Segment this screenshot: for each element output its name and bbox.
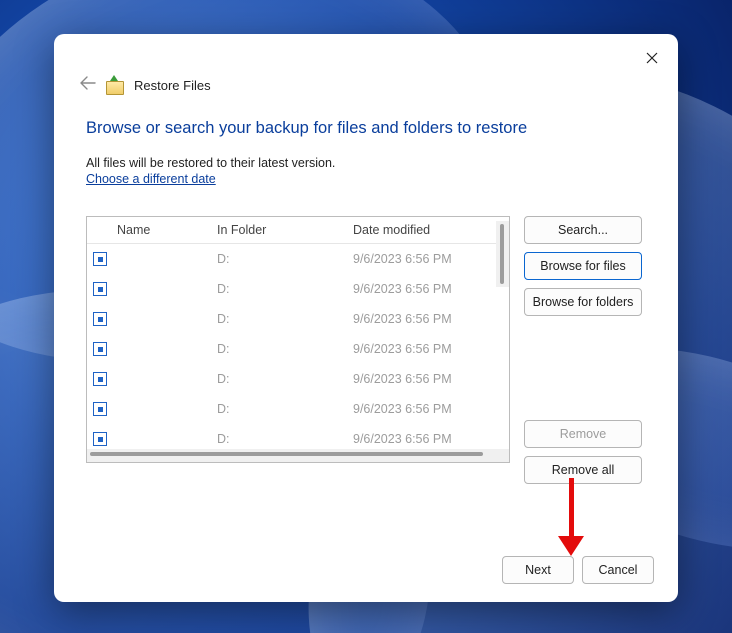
browse-folders-button[interactable]: Browse for folders: [524, 288, 642, 316]
row-folder: D:: [217, 342, 353, 356]
row-date: 9/6/2023 6:56 PM: [353, 402, 509, 416]
restore-files-dialog: Restore Files Browse or search your back…: [54, 34, 678, 602]
table-row[interactable]: D:9/6/2023 6:56 PM: [87, 244, 509, 274]
row-folder: D:: [217, 432, 353, 446]
horizontal-scrollbar[interactable]: [87, 449, 509, 462]
col-date-header[interactable]: Date modified: [353, 223, 509, 237]
cancel-button[interactable]: Cancel: [582, 556, 654, 584]
table-header: Name In Folder Date modified: [87, 217, 509, 244]
restore-app-icon: [106, 77, 124, 95]
table-row[interactable]: D:9/6/2023 6:56 PM: [87, 364, 509, 394]
remove-all-button[interactable]: Remove all: [524, 456, 642, 484]
row-date: 9/6/2023 6:56 PM: [353, 252, 509, 266]
version-subtext: All files will be restored to their late…: [86, 156, 646, 170]
file-list-table[interactable]: Name In Folder Date modified D:9/6/2023 …: [86, 216, 510, 463]
row-date: 9/6/2023 6:56 PM: [353, 282, 509, 296]
file-icon: [87, 372, 113, 386]
remove-button[interactable]: Remove: [524, 420, 642, 448]
next-button[interactable]: Next: [502, 556, 574, 584]
row-folder: D:: [217, 402, 353, 416]
row-date: 9/6/2023 6:56 PM: [353, 342, 509, 356]
row-date: 9/6/2023 6:56 PM: [353, 312, 509, 326]
row-folder: D:: [217, 312, 353, 326]
vertical-scrollbar[interactable]: [496, 221, 509, 287]
col-name-header[interactable]: Name: [113, 223, 217, 237]
file-icon: [87, 432, 113, 446]
row-date: 9/6/2023 6:56 PM: [353, 372, 509, 386]
back-arrow-icon[interactable]: [80, 76, 96, 95]
col-folder-header[interactable]: In Folder: [217, 223, 353, 237]
file-icon: [87, 312, 113, 326]
table-row[interactable]: D:9/6/2023 6:56 PM: [87, 304, 509, 334]
row-folder: D:: [217, 252, 353, 266]
file-icon: [87, 402, 113, 416]
dialog-heading: Browse or search your backup for files a…: [86, 119, 646, 138]
file-icon: [87, 342, 113, 356]
table-row[interactable]: D:9/6/2023 6:56 PM: [87, 334, 509, 364]
window-title: Restore Files: [134, 78, 211, 93]
row-folder: D:: [217, 372, 353, 386]
search-button[interactable]: Search...: [524, 216, 642, 244]
choose-date-link[interactable]: Choose a different date: [86, 172, 216, 186]
table-row[interactable]: D:9/6/2023 6:56 PM: [87, 274, 509, 304]
table-row[interactable]: D:9/6/2023 6:56 PM: [87, 394, 509, 424]
row-folder: D:: [217, 282, 353, 296]
file-icon: [87, 252, 113, 266]
browse-files-button[interactable]: Browse for files: [524, 252, 642, 280]
close-icon[interactable]: [642, 48, 662, 68]
row-date: 9/6/2023 6:56 PM: [353, 432, 509, 446]
file-icon: [87, 282, 113, 296]
